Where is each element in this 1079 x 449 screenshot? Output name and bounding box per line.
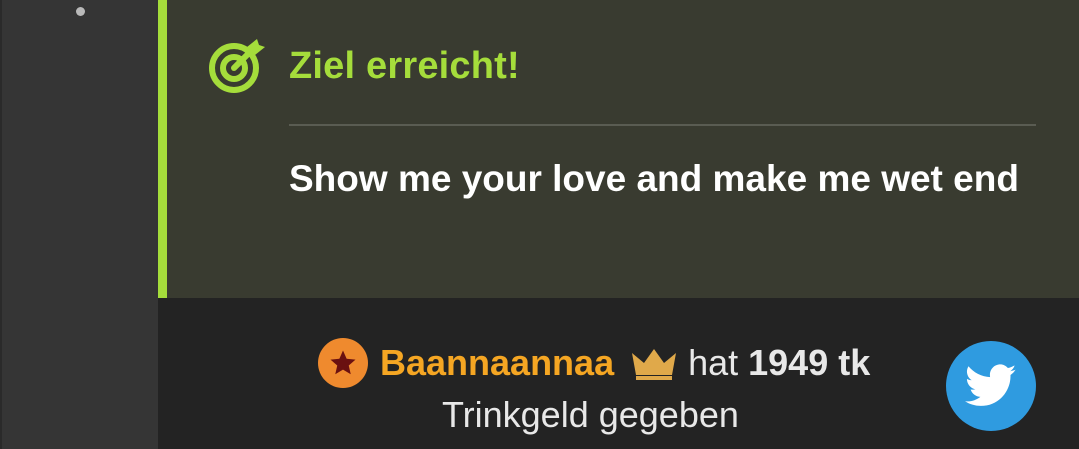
tip-verb: hat [688,342,739,383]
goal-title: Ziel erreicht! [289,44,520,87]
user-badge [318,338,368,388]
twitter-bird-icon [965,364,1017,406]
crown-icon [632,349,677,380]
goal-divider [289,124,1036,126]
goal-message: Show me your love and make me wet end [289,158,1019,199]
chat-message-area: Baannaannaa hat 1949 tk Trinkgeld gegebe… [158,298,1079,449]
rail-dot [76,7,85,16]
tip-suffix: Trinkgeld gegeben [442,394,739,435]
tipper-username[interactable]: Baannaannaa [380,342,614,384]
chat-panel: Ziel erreicht! Show me your love and mak… [0,0,1079,449]
tip-notification: Baannaannaa hat 1949 tk [318,338,870,388]
target-arrow-icon [209,39,265,93]
goal-header: Ziel erreicht! [207,36,520,96]
goal-reached-card: Ziel erreicht! Show me your love and mak… [158,0,1079,298]
tip-amount: 1949 tk [748,342,871,383]
star-icon [330,350,356,375]
twitter-share-button[interactable] [946,341,1036,431]
left-rail [0,0,158,449]
